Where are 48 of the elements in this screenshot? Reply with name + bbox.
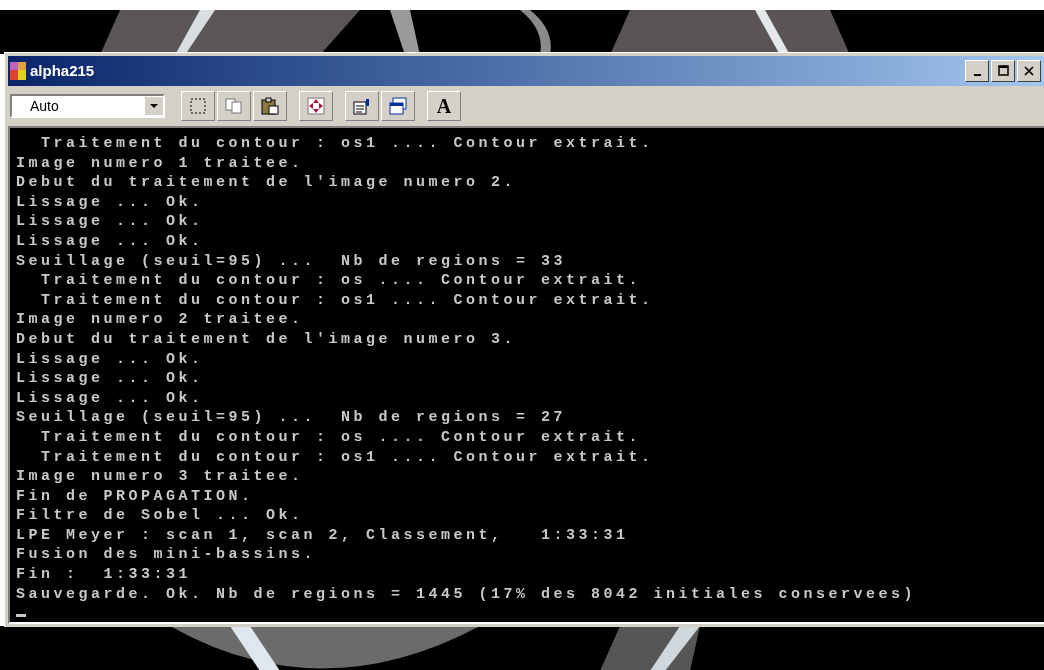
- paste-button[interactable]: [253, 91, 287, 121]
- properties-icon: [352, 96, 372, 116]
- console-line: Filtre de Sobel ... Ok.: [16, 506, 304, 526]
- console-line: Sauvegarde. Ok. Nb de regions = 1445 (17% des 8042 initiales conservees): [16, 584, 917, 605]
- minimize-button[interactable]: [965, 60, 989, 82]
- app-icon: [10, 62, 26, 80]
- close-button[interactable]: [1017, 60, 1041, 82]
- mark-button[interactable]: [181, 91, 215, 121]
- console-line: Lissage ... Ok.: [16, 369, 204, 389]
- console-line: Image numero 3 traitee.: [16, 467, 304, 487]
- console-line: Seuillage (seuil=95) ... Nb de regions = 27: [16, 408, 567, 428]
- console-line: Traitement du contour : os .... Contour extrait.: [40, 271, 642, 291]
- properties-button[interactable]: [345, 91, 379, 121]
- copy-button[interactable]: [217, 91, 251, 121]
- console-line: Seuillage (seuil=95) ... Nb de regions = 33: [16, 251, 567, 272]
- console-line: Fusion des mini-bassins.: [16, 545, 317, 566]
- window-icon: [388, 96, 408, 116]
- select-icon: [188, 96, 208, 116]
- fullscreen-button[interactable]: [299, 91, 333, 121]
- console-line: Traitement du contour : os .... Contour extrait.: [40, 427, 642, 448]
- caret-icon: [145, 97, 163, 115]
- console-line: Debut du traitement de l'image numero 3.: [16, 329, 517, 350]
- maximize-icon: [996, 64, 1010, 78]
- console-line: Debut du traitement de l'image numero 2.: [16, 173, 517, 193]
- console-line: Fin : 1:33:31: [16, 565, 192, 585]
- console-line: Traitement du contour : os1 .... Contour extrait.: [40, 447, 654, 468]
- console-line: Fin de PROPAGATION.: [16, 486, 254, 507]
- text-cursor: [16, 614, 26, 618]
- window-title: alpha215: [30, 60, 95, 81]
- console-line: Lissage ... Ok.: [16, 231, 204, 252]
- console-line: Traitement du contour : os1 .... Contour extrait.: [40, 134, 654, 154]
- maximize-button[interactable]: [991, 60, 1015, 82]
- copy-icon: [224, 96, 244, 116]
- background-button[interactable]: [381, 91, 415, 121]
- font-button[interactable]: A: [427, 91, 461, 121]
- arrows-icon: [306, 96, 326, 116]
- console-line: Image numero 1 traitee.: [16, 153, 304, 174]
- console-line: LPE Meyer : scan 1, scan 2, Classement, 1:33:31: [16, 525, 629, 546]
- console-line: Traitement du contour : os1 .... Contour extrait.: [40, 290, 654, 311]
- font-size-dropdown[interactable]: Auto: [10, 94, 165, 118]
- paste-icon: [260, 96, 280, 116]
- console-line: Lissage ... Ok.: [16, 192, 204, 213]
- console-line: Lissage ... Ok.: [16, 349, 204, 370]
- console-line: Image numero 2 traitee.: [16, 310, 304, 330]
- console-line: Lissage ... Ok.: [16, 388, 204, 409]
- console-line: Lissage ... Ok.: [16, 212, 204, 232]
- minimize-icon: [973, 74, 981, 76]
- close-icon: [1022, 64, 1036, 78]
